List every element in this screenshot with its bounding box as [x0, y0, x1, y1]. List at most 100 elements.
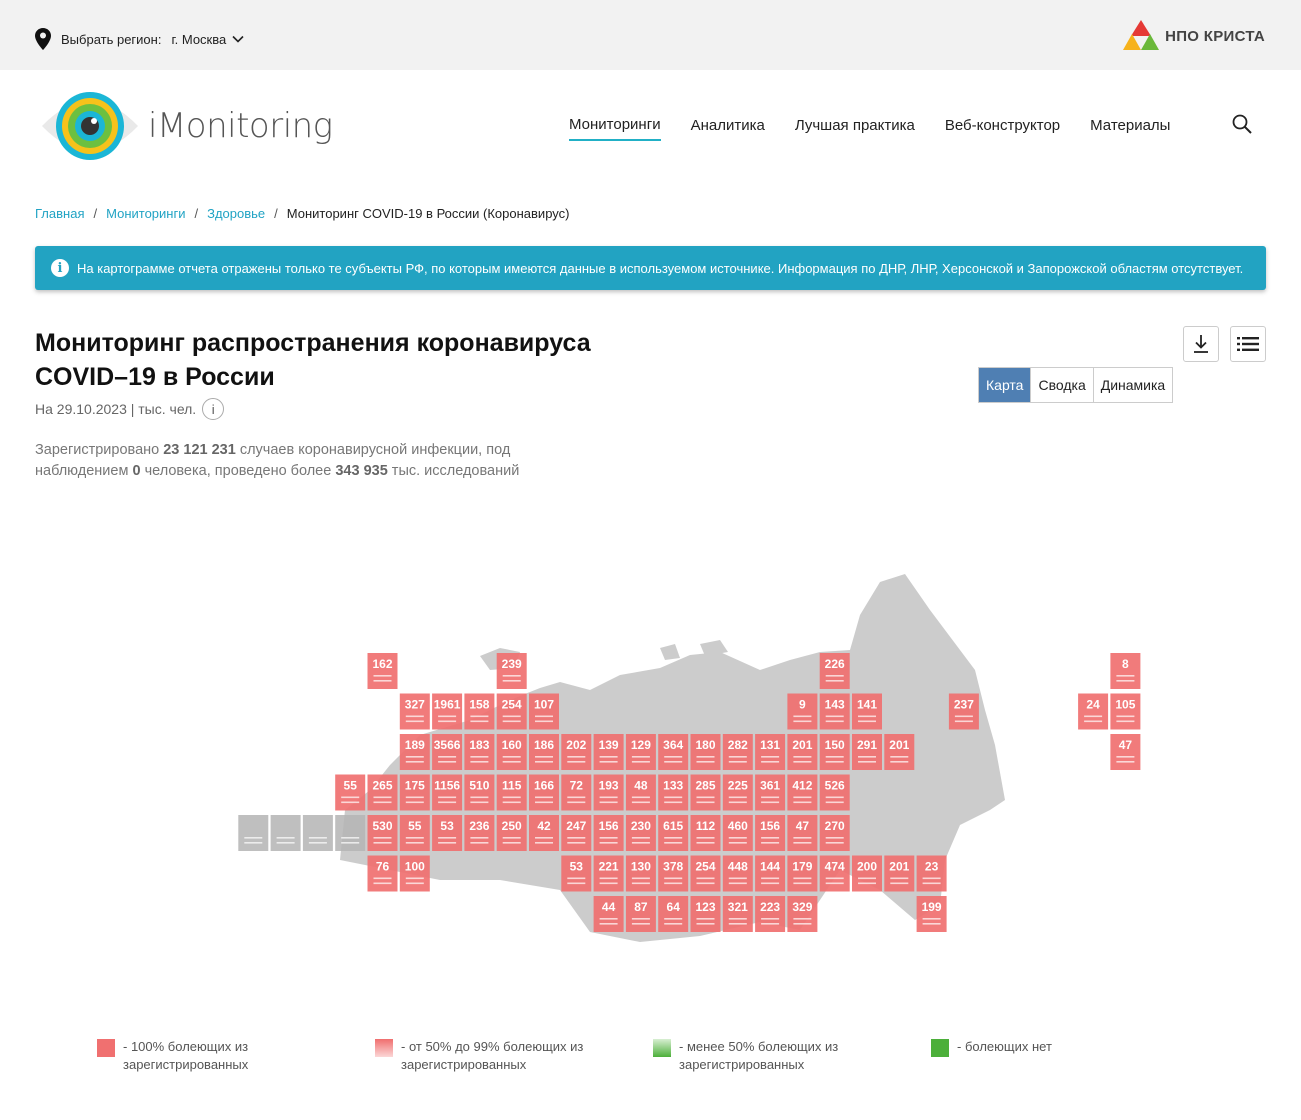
region-tile[interactable]: 1961	[432, 693, 463, 730]
region-tile[interactable]: 270	[819, 815, 850, 851]
region-tile[interactable]: 72	[561, 774, 592, 811]
region-value[interactable]: г. Москва	[171, 32, 226, 47]
region-tile[interactable]: 202	[561, 734, 592, 770]
region-tile[interactable]: 530	[367, 815, 398, 851]
region-tile[interactable]: 144	[755, 855, 786, 892]
region-tile[interactable]	[302, 815, 333, 851]
region-tile[interactable]: 193	[593, 774, 624, 811]
region-tile[interactable]: 23	[916, 855, 947, 892]
region-tile[interactable]: 223	[755, 896, 786, 932]
region-tile[interactable]: 239	[496, 653, 527, 689]
nav-item-web-constructor[interactable]: Веб-конструктор	[945, 117, 1060, 140]
region-tile[interactable]: 105	[1110, 693, 1141, 730]
region-tile[interactable]: 327	[399, 693, 430, 730]
region-tile[interactable]: 53	[432, 815, 463, 851]
region-tile[interactable]	[335, 815, 366, 851]
region-tile[interactable]: 55	[335, 774, 366, 811]
nav-item-analytics[interactable]: Аналитика	[691, 117, 765, 140]
region-tile[interactable]: 412	[787, 774, 818, 811]
region-tile[interactable]: 3566	[432, 734, 463, 770]
region-tile[interactable]: 24	[1078, 693, 1109, 730]
site-logo[interactable]: iMonitoring	[40, 88, 333, 164]
region-tile[interactable]: 139	[593, 734, 624, 770]
region-selector[interactable]: Выбрать регион: г. Москва	[35, 28, 244, 50]
region-tile[interactable]: 141	[852, 693, 882, 730]
brand-logo[interactable]: НПО КРИСТА	[1123, 20, 1265, 52]
region-tile[interactable]: 364	[658, 734, 689, 770]
region-tile[interactable]: 460	[722, 815, 753, 851]
region-tile[interactable]: 143	[819, 693, 850, 730]
region-tile[interactable]: 291	[852, 734, 882, 770]
region-tile[interactable]: 201	[884, 734, 915, 770]
region-tile[interactable]: 107	[529, 693, 559, 730]
search-icon[interactable]	[1232, 114, 1252, 134]
region-tile[interactable]: 133	[658, 774, 689, 811]
region-tile[interactable]: 179	[787, 855, 818, 892]
download-button[interactable]	[1183, 326, 1219, 362]
tab-summary[interactable]: Сводка	[1030, 368, 1093, 402]
region-tile[interactable]: 166	[529, 774, 559, 811]
region-tile[interactable]: 160	[496, 734, 527, 770]
breadcrumb-home[interactable]: Главная	[35, 206, 84, 221]
region-tile[interactable]: 448	[722, 855, 753, 892]
region-tile[interactable]: 175	[399, 774, 430, 811]
region-tile[interactable]: 42	[529, 815, 559, 851]
region-tile[interactable]: 225	[722, 774, 753, 811]
region-tile[interactable]: 47	[787, 815, 818, 851]
breadcrumb-health[interactable]: Здоровье	[207, 206, 265, 221]
region-tile[interactable]: 150	[819, 734, 850, 770]
region-tile[interactable]: 378	[658, 855, 689, 892]
region-tile[interactable]	[238, 815, 269, 851]
nav-item-materials[interactable]: Материалы	[1090, 117, 1170, 140]
region-tile[interactable]: 265	[367, 774, 398, 811]
region-tile[interactable]: 131	[755, 734, 786, 770]
region-tile[interactable]: 615	[658, 815, 689, 851]
info-icon[interactable]: i	[202, 398, 225, 420]
region-tile[interactable]: 100	[399, 855, 430, 892]
region-tile[interactable]: 55	[399, 815, 430, 851]
region-tile[interactable]: 474	[819, 855, 850, 892]
region-tile[interactable]: 189	[399, 734, 430, 770]
breadcrumb-monitorings[interactable]: Мониторинги	[106, 206, 185, 221]
region-tile[interactable]: 321	[722, 896, 753, 932]
region-tile[interactable]: 285	[690, 774, 721, 811]
region-tile[interactable]: 158	[464, 693, 495, 730]
region-tile[interactable]: 156	[755, 815, 786, 851]
region-tile[interactable]: 162	[367, 653, 398, 689]
region-tile[interactable]: 9	[787, 693, 818, 730]
region-tile[interactable]: 201	[884, 855, 915, 892]
nav-item-best-practice[interactable]: Лучшая практика	[795, 117, 915, 140]
region-tile[interactable]: 237	[948, 693, 979, 730]
nav-item-monitoring[interactable]: Мониторинги	[569, 116, 661, 141]
region-tile[interactable]: 44	[593, 896, 624, 932]
region-tile[interactable]: 250	[496, 815, 527, 851]
region-tile[interactable]: 254	[690, 855, 721, 892]
region-tile[interactable]	[270, 815, 301, 851]
region-tile[interactable]: 130	[625, 855, 656, 892]
tab-map[interactable]: Карта	[979, 368, 1031, 402]
region-tile[interactable]: 200	[852, 855, 882, 892]
region-tile[interactable]: 115	[496, 774, 527, 811]
list-view-button[interactable]	[1230, 326, 1266, 362]
tab-dynamics[interactable]: Динамика	[1092, 368, 1173, 402]
chevron-down-icon[interactable]	[232, 35, 244, 43]
region-tile[interactable]: 64	[658, 896, 689, 932]
region-tile[interactable]: 8	[1110, 653, 1141, 689]
region-tile[interactable]: 526	[819, 774, 850, 811]
region-tile[interactable]: 236	[464, 815, 495, 851]
region-tile[interactable]: 510	[464, 774, 495, 811]
region-tile[interactable]: 361	[755, 774, 786, 811]
region-tile[interactable]: 183	[464, 734, 495, 770]
region-tile[interactable]: 48	[625, 774, 656, 811]
region-tile[interactable]: 221	[593, 855, 624, 892]
region-tile[interactable]: 53	[561, 855, 592, 892]
region-tile[interactable]: 87	[625, 896, 656, 932]
region-tile[interactable]: 230	[625, 815, 656, 851]
region-tile[interactable]: 186	[529, 734, 559, 770]
region-tile[interactable]: 199	[916, 896, 947, 932]
region-tile[interactable]: 47	[1110, 734, 1141, 770]
region-tile[interactable]: 156	[593, 815, 624, 851]
region-tile[interactable]: 282	[722, 734, 753, 770]
region-tile[interactable]: 201	[787, 734, 818, 770]
region-tile[interactable]: 112	[690, 815, 721, 851]
